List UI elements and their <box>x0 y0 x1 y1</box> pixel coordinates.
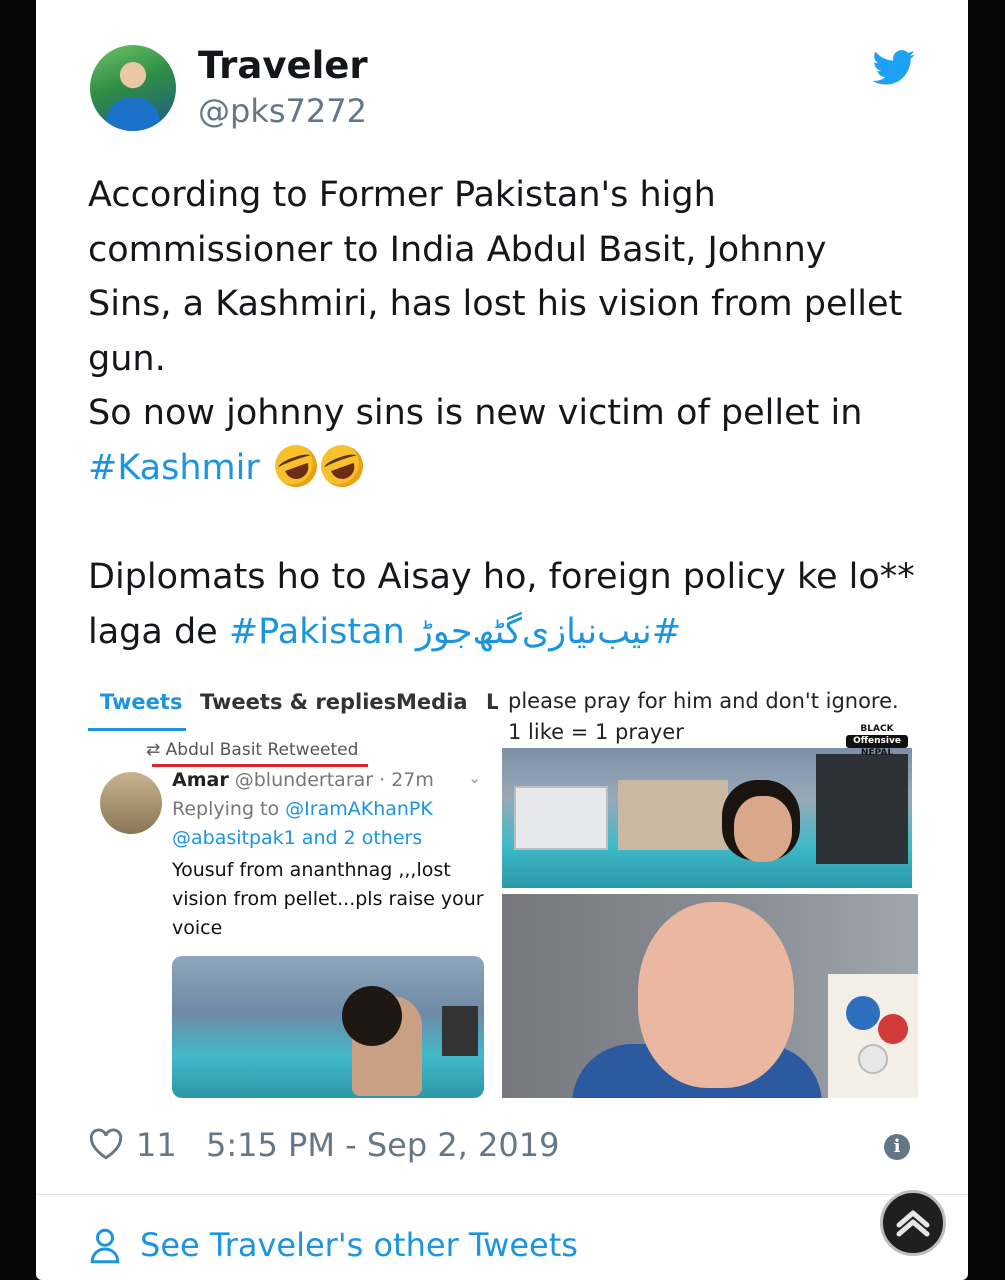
reply-meta: Amar @blundertarar · 27m Replying to @Ir… <box>172 766 492 853</box>
scroll-to-top-button[interactable] <box>880 1190 946 1256</box>
replying-prefix: Replying to <box>172 798 280 820</box>
flower-painting <box>828 974 918 1098</box>
retweet-icon: ⇄ <box>146 740 166 760</box>
scene-monitor <box>816 754 908 864</box>
portrait-head <box>638 902 794 1088</box>
twitter-bird-icon[interactable] <box>872 50 916 86</box>
flower-petal <box>846 996 880 1030</box>
hospital-scene-thumbnail <box>172 956 484 1098</box>
caption-line: please pray for him and don't ignore. <box>508 689 899 713</box>
tab-likes: L <box>486 690 498 714</box>
watermark-bottom: NEPAL <box>860 748 894 758</box>
tweet-line: According to Former Pakistan's high <box>88 175 716 215</box>
tweet-line: laga de #Pakistan #نیب‌نیازی‌گٹھ‌جوڑ <box>88 605 928 660</box>
scene-cart <box>514 786 608 850</box>
hashtag-pakistan-link[interactable]: #Pakistan <box>229 612 405 652</box>
hashtag-kashmir-link[interactable]: #Kashmir <box>88 448 260 488</box>
chevron-up-icon <box>896 1210 930 1237</box>
caption-line: 1 like = 1 prayer <box>508 720 684 744</box>
scene-hair <box>342 986 402 1046</box>
portrait-photo <box>502 894 918 1098</box>
profile-tabs: Tweets Tweets & replies Media L <box>88 690 498 730</box>
watermark-logo: BLACK Offensive NEPAL <box>846 724 908 766</box>
author-avatar[interactable] <box>90 45 176 131</box>
avatar-shirt <box>106 97 160 131</box>
scene-monitor <box>442 1006 478 1056</box>
reply-author-line: Amar @blundertarar · 27m <box>172 766 492 795</box>
tweet-meta-row: 11 5:15 PM - Sep 2, 2019 i <box>88 1122 928 1170</box>
tab-tweets-replies: Tweets & replies <box>200 690 397 714</box>
tweet-line: gun. <box>88 338 166 379</box>
watermark-mid: Offensive <box>846 735 908 748</box>
meme-image[interactable]: please pray for him and don't ignore. 1 … <box>502 680 918 1098</box>
meme-caption: please pray for him and don't ignore. 1 … <box>508 686 899 748</box>
tab-media: Media <box>396 690 468 714</box>
author-handle[interactable]: @pks7272 <box>198 92 367 130</box>
tweet-line: #Kashmir <box>88 439 928 496</box>
scene-face <box>734 796 792 862</box>
tweet-line: Sins, a Kashmiri, has lost his vision fr… <box>88 284 903 325</box>
hashtag-urdu-link[interactable]: #نیب‌نیازی‌گٹھ‌جوڑ <box>416 612 681 652</box>
flower-petal <box>858 1044 888 1074</box>
tab-tweets: Tweets <box>100 690 183 714</box>
replying-to-line: Replying to @IramAKhanPK <box>172 795 492 824</box>
tweet-line: So now johnny sins is new victim of pell… <box>88 393 863 434</box>
rolling-laughing-emoji-icon <box>268 439 323 493</box>
tweet-line: Diplomats ho to Aisay ho, foreign policy… <box>88 557 915 598</box>
like-count[interactable]: 11 <box>136 1126 177 1164</box>
tweet-timestamp[interactable]: 5:15 PM - Sep 2, 2019 <box>206 1126 559 1164</box>
reply-author-name: Amar <box>172 769 229 791</box>
scene-box <box>618 780 728 850</box>
reply-text: Yousuf from ananthnag ,,,lost vision fro… <box>172 859 484 939</box>
person-icon <box>90 1228 120 1264</box>
hospital-scene-image <box>502 748 912 888</box>
watermark-top: BLACK <box>860 724 894 734</box>
rolling-laughing-emoji-icon <box>314 439 369 493</box>
see-other-tweets-label: See Traveler's other Tweets <box>140 1226 578 1264</box>
active-tab-indicator <box>88 728 186 731</box>
footer-divider <box>36 1194 968 1195</box>
flower-petal <box>878 1014 908 1044</box>
author-name[interactable]: Traveler <box>198 44 368 87</box>
tweet-media[interactable]: Tweets Tweets & replies Media L ⇄ Abdul … <box>88 680 918 1098</box>
heart-icon[interactable] <box>88 1128 124 1160</box>
tweet-text: According to Former Pakistan's high comm… <box>88 168 928 659</box>
reply-handle-time: @blundertarar · 27m <box>234 769 434 791</box>
reply-author-avatar <box>100 772 162 834</box>
tweet-line: commissioner to India Abdul Basit, Johnn… <box>88 229 827 270</box>
replying-to-handle: @IramAKhanPK <box>285 798 433 820</box>
embedded-screenshot[interactable]: Tweets Tweets & replies Media L ⇄ Abdul … <box>88 680 498 1098</box>
retweeted-label: ⇄ Abdul Basit Retweeted <box>146 740 358 760</box>
retweeted-by-text: Abdul Basit Retweeted <box>165 740 359 760</box>
replying-more: @abasitpak1 and 2 others <box>172 827 423 849</box>
info-icon[interactable]: i <box>884 1134 910 1160</box>
tweet-line-prefix: laga de <box>88 611 218 652</box>
